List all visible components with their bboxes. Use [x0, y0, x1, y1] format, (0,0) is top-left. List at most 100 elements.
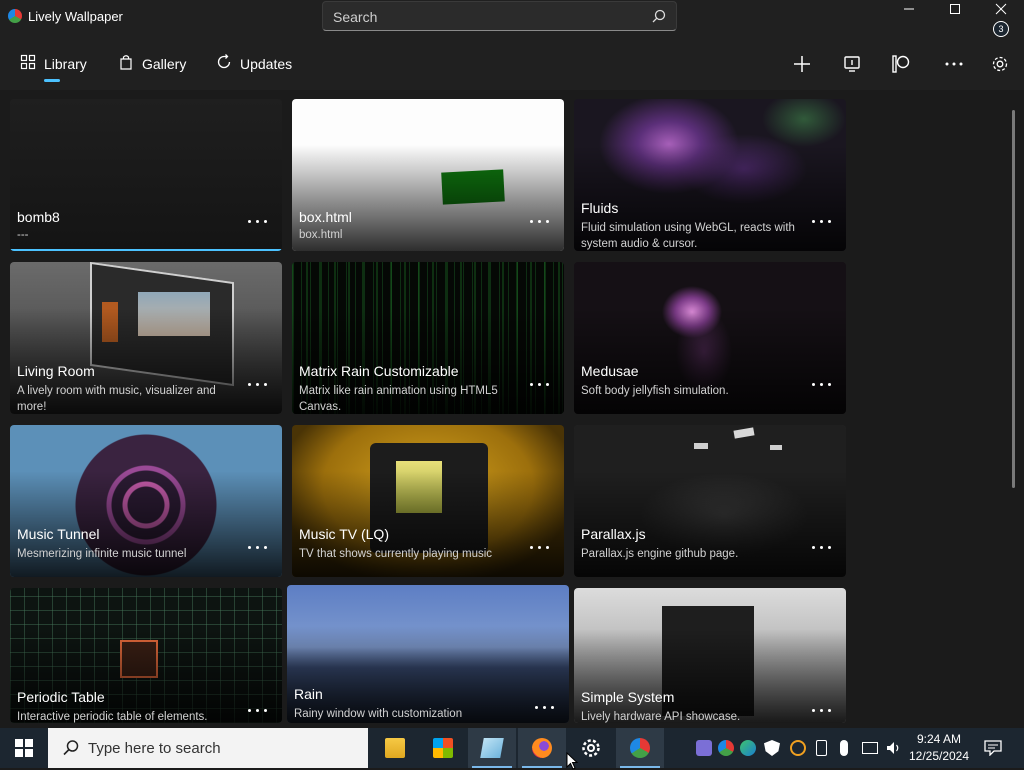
- usb-icon[interactable]: [816, 740, 827, 756]
- wallpaper-title: Simple System: [581, 689, 675, 705]
- firefox-icon: [532, 738, 552, 758]
- minimize-icon: [904, 8, 914, 10]
- wallpaper-description: A lively room with music, visualizer and…: [17, 385, 216, 413]
- system-tray: [690, 728, 910, 768]
- maximize-button[interactable]: [932, 0, 978, 32]
- wallpaper-title: Living Room: [17, 363, 95, 379]
- notification-icon: [984, 740, 1002, 756]
- wallpaper-description: box.html: [299, 229, 343, 241]
- wallpaper-title: Parallax.js: [581, 526, 646, 542]
- wallpaper-card-music-tv[interactable]: Music TV (LQ) TV that shows currently pl…: [292, 425, 564, 577]
- close-icon: [995, 3, 1007, 15]
- nav-bar: Library Gallery Updates: [0, 36, 1024, 90]
- more-options-icon[interactable]: [812, 540, 832, 554]
- wallpaper-title: bomb8: [17, 209, 60, 225]
- library-grid-icon: [20, 54, 36, 70]
- network-icon[interactable]: [862, 742, 878, 754]
- selected-indicator: [10, 249, 282, 251]
- windows-logo-icon: [15, 739, 33, 757]
- wallpaper-card-rain[interactable]: Rain Rainy window with customization: [287, 585, 569, 723]
- search-input[interactable]: [331, 7, 635, 27]
- edge-icon[interactable]: [740, 740, 756, 756]
- wallpaper-card-simple-system[interactable]: Simple System Lively hardware API showca…: [574, 588, 846, 723]
- action-center-button[interactable]: [978, 728, 1018, 768]
- tab-library[interactable]: Library: [20, 48, 100, 78]
- wallpaper-card-matrix-rain[interactable]: Matrix Rain Customizable Matrix like rai…: [292, 262, 564, 414]
- shield-icon[interactable]: [764, 740, 780, 756]
- maximize-icon: [950, 4, 960, 14]
- more-options-icon[interactable]: [530, 540, 550, 554]
- microphone-app-icon[interactable]: [696, 740, 712, 756]
- wallpaper-card-medusae[interactable]: Medusae Soft body jellyfish simulation.: [574, 262, 846, 414]
- more-options-icon[interactable]: [248, 377, 268, 391]
- more-options-icon[interactable]: [812, 377, 832, 391]
- microsoft-store-icon: [433, 738, 453, 758]
- wallpaper-description: Matrix like rain animation using HTML5 C…: [299, 385, 498, 413]
- patreon-icon: [892, 55, 910, 73]
- mic-icon[interactable]: [840, 740, 848, 756]
- wallpaper-title: Music Tunnel: [17, 526, 100, 542]
- more-options-icon[interactable]: [248, 214, 268, 228]
- taskbar-microsoft-store[interactable]: [419, 728, 467, 768]
- more-options-icon[interactable]: [248, 540, 268, 554]
- tab-updates[interactable]: Updates: [216, 48, 306, 78]
- color-app-icon[interactable]: [718, 740, 734, 756]
- minimize-button[interactable]: [886, 0, 932, 32]
- taskbar-search-box[interactable]: Type here to search: [48, 728, 368, 768]
- tab-library-label: Library: [44, 56, 87, 72]
- patreon-button[interactable]: [889, 52, 913, 76]
- settings-gear-icon: [992, 56, 1008, 72]
- taskbar-file-explorer[interactable]: [371, 728, 419, 768]
- gallery-bag-icon: [120, 55, 132, 70]
- preview-screen-icon: [844, 56, 860, 72]
- more-options-icon[interactable]: [812, 703, 832, 717]
- wallpaper-description: TV that shows currently playing music: [299, 548, 493, 560]
- wallpaper-card-living-room[interactable]: Living Room A lively room with music, vi…: [10, 262, 282, 414]
- clock-date[interactable]: 12/25/2024: [908, 749, 970, 763]
- wallpaper-card-bomb8[interactable]: bomb8 ---: [10, 99, 282, 251]
- tab-gallery-label: Gallery: [142, 56, 187, 72]
- wallpaper-card-music-tunnel[interactable]: Music Tunnel Mesmerizing infinite music …: [10, 425, 282, 577]
- wallpaper-description: Lively hardware API showcase.: [581, 711, 741, 723]
- more-options-icon[interactable]: [812, 214, 832, 228]
- scrollbar[interactable]: [1012, 110, 1015, 488]
- title-bar: Lively Wallpaper: [0, 0, 1024, 36]
- wallpaper-title: Music TV (LQ): [299, 526, 389, 542]
- more-options-icon[interactable]: [530, 377, 550, 391]
- wallpaper-card-box-html[interactable]: box.html box.html: [292, 99, 564, 251]
- wallpaper-card-parallax[interactable]: Parallax.js Parallax.js engine github pa…: [574, 425, 846, 577]
- search-icon: [63, 740, 79, 756]
- volume-icon[interactable]: [886, 740, 902, 756]
- settings-icon: [582, 739, 600, 757]
- wallpaper-title: Rain: [294, 686, 323, 702]
- file-explorer-icon: [385, 738, 405, 758]
- more-options-icon[interactable]: [535, 700, 555, 714]
- search-icon[interactable]: [652, 9, 666, 23]
- add-wallpaper-button[interactable]: [790, 52, 814, 76]
- wallpaper-title: Fluids: [581, 200, 619, 216]
- taskbar-lively-wallpaper[interactable]: [616, 728, 664, 768]
- more-options-icon[interactable]: [248, 703, 268, 717]
- clock-time[interactable]: 9:24 AM: [908, 732, 970, 746]
- wallpaper-card-periodic-table[interactable]: Periodic Table Interactive periodic tabl…: [10, 588, 282, 723]
- lively-wallpaper-icon: [630, 738, 650, 758]
- screen-layout-button[interactable]: [840, 52, 864, 76]
- start-button[interactable]: [0, 728, 48, 768]
- wallpaper-title: box.html: [299, 209, 352, 225]
- search-box[interactable]: [322, 1, 677, 31]
- tab-gallery[interactable]: Gallery: [118, 48, 198, 78]
- search-tool-icon[interactable]: [790, 740, 806, 756]
- wallpaper-description: Parallax.js engine github page.: [581, 548, 739, 560]
- more-options-icon[interactable]: [530, 214, 550, 228]
- notification-count-badge: 3: [993, 21, 1009, 37]
- settings-button[interactable]: [988, 52, 1012, 76]
- wallpaper-title: Medusae: [581, 363, 639, 379]
- more-icon: [945, 62, 963, 66]
- selected-tab-indicator: [44, 79, 60, 82]
- wallpaper-card-fluids[interactable]: Fluids Fluid simulation using WebGL, rea…: [574, 99, 846, 251]
- taskbar-firefox[interactable]: [518, 728, 566, 768]
- wallpaper-description: Interactive periodic table of elements.: [17, 711, 208, 723]
- more-options-button[interactable]: [942, 52, 966, 76]
- mouse-cursor-icon: [566, 752, 579, 770]
- taskbar-notepad[interactable]: [468, 728, 516, 768]
